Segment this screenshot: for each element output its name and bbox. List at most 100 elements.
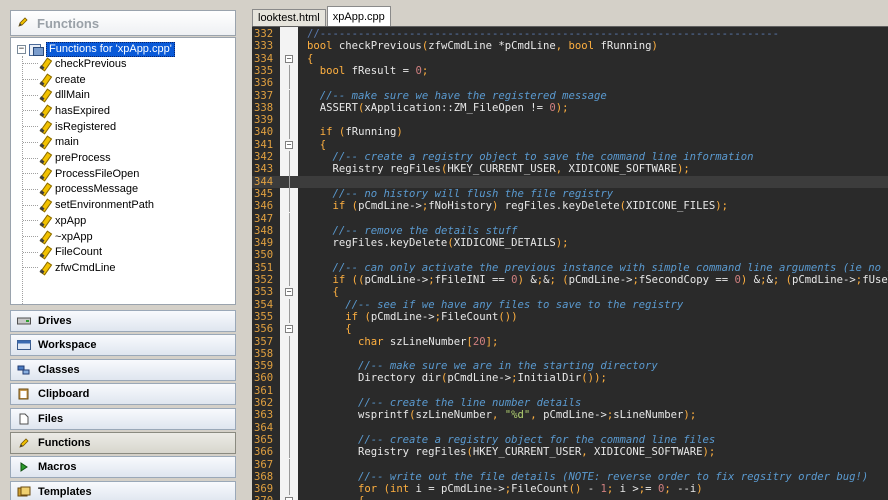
nav-button-drives[interactable]: Drives bbox=[10, 310, 236, 332]
tree-item[interactable]: ProcessFileOpen bbox=[23, 166, 139, 182]
collapse-icon[interactable]: − bbox=[17, 44, 26, 54]
tab-xpapp-cpp[interactable]: xpApp.cpp bbox=[326, 6, 391, 26]
tree-root-label[interactable]: Functions for 'xpApp.cpp' bbox=[46, 41, 175, 57]
code-line[interactable]: 353 − { bbox=[252, 286, 888, 298]
fold-line bbox=[289, 397, 290, 410]
fold-minus-icon[interactable]: − bbox=[285, 54, 293, 63]
code-text: if ((pCmdLine->;fFileINI == 0) &;&; (pCm… bbox=[332, 274, 888, 286]
code-line[interactable]: 332 //-----------------------------------… bbox=[252, 28, 888, 40]
function-icon bbox=[39, 246, 51, 258]
nav-button-macros[interactable]: Macros bbox=[10, 456, 236, 479]
code-line[interactable]: 361 bbox=[252, 384, 888, 397]
tree-item[interactable]: hasExpired bbox=[23, 103, 110, 119]
code-line[interactable]: 344 bbox=[252, 175, 888, 188]
line-number: 335 bbox=[254, 64, 274, 77]
code-line[interactable]: 345 //-- no history will flush the file … bbox=[252, 187, 888, 201]
line-number: 366 bbox=[254, 446, 274, 459]
code-line[interactable]: 369 for (int i = pCmdLine->;FileCount() … bbox=[252, 483, 888, 496]
code-line[interactable]: 356 − { bbox=[252, 323, 888, 335]
fold-line bbox=[289, 421, 290, 434]
function-icon bbox=[39, 168, 51, 180]
tree-item[interactable]: setEnvironmentPath bbox=[23, 197, 154, 213]
code-line[interactable]: 339 bbox=[252, 114, 888, 127]
nav-button-functions[interactable]: Functions bbox=[10, 431, 236, 454]
line-number: 332 bbox=[254, 28, 274, 40]
code-line[interactable]: 346 if (pCmdLine->;fNoHistory) regFiles.… bbox=[252, 200, 888, 213]
code-line[interactable]: 347 bbox=[252, 212, 888, 225]
tree-item[interactable]: main bbox=[23, 135, 79, 151]
code-line[interactable]: 349 regFiles.keyDelete(XIDICONE_DETAILS)… bbox=[252, 237, 888, 250]
code-line[interactable]: 351 //-- can only activate the previous … bbox=[252, 261, 888, 274]
code-editor[interactable]: 332 //-----------------------------------… bbox=[252, 26, 888, 500]
tree-item[interactable]: processMessage bbox=[23, 182, 138, 198]
files-icon bbox=[16, 413, 32, 425]
pencil-icon bbox=[17, 16, 29, 31]
code-line[interactable]: 335 bool fResult = 0; bbox=[252, 64, 888, 78]
code-line[interactable]: 350 bbox=[252, 249, 888, 262]
code-line[interactable]: 341 − { bbox=[252, 139, 888, 151]
line-number: 361 bbox=[254, 384, 274, 397]
line-number: 348 bbox=[254, 224, 274, 237]
code-line[interactable]: 364 bbox=[252, 421, 888, 434]
nav-button-label: Macros bbox=[38, 461, 77, 474]
tree-item[interactable]: checkPrevious bbox=[23, 56, 127, 72]
tree-root[interactable]: − Functions for 'xpApp.cpp' bbox=[17, 41, 175, 57]
code-line[interactable]: 343 Registry regFiles(HKEY_CURRENT_USER,… bbox=[252, 163, 888, 176]
tree-item[interactable]: FileCount bbox=[23, 244, 102, 260]
function-tree[interactable]: − Functions for 'xpApp.cpp' checkPreviou… bbox=[10, 37, 236, 305]
code-line[interactable]: 358 bbox=[252, 347, 888, 361]
fold-minus-icon[interactable]: − bbox=[285, 140, 293, 149]
tree-item[interactable]: dllMain bbox=[23, 87, 90, 103]
code-line[interactable]: 334 − { bbox=[252, 53, 888, 65]
line-number: 352 bbox=[254, 274, 274, 286]
code-line[interactable]: 365 //-- create a registry object for th… bbox=[252, 433, 888, 447]
nav-button-clipboard[interactable]: Clipboard bbox=[10, 383, 236, 406]
tree-item-label: hasExpired bbox=[55, 104, 111, 117]
line-number: 341 bbox=[254, 138, 274, 151]
code-line[interactable]: 348 //-- remove the details stuff bbox=[252, 224, 888, 238]
code-line[interactable]: 359 //-- make sure we are in the startin… bbox=[252, 360, 888, 373]
tree-item[interactable]: ~xpApp bbox=[23, 229, 93, 245]
code-line[interactable]: 362 //-- create the line number details bbox=[252, 397, 888, 410]
code-line[interactable]: 363 wsprintf(szLineNumber, "%d", pCmdLin… bbox=[252, 409, 888, 422]
fold-minus-icon[interactable]: − bbox=[285, 325, 293, 334]
tree-item[interactable]: zfwCmdLine bbox=[23, 260, 116, 276]
code-line[interactable]: 355 if (pCmdLine->;FileCount()) bbox=[252, 310, 888, 324]
nav-button-workspace[interactable]: Workspace bbox=[10, 334, 236, 357]
code-line[interactable]: 337 //-- make sure we have the registere… bbox=[252, 89, 888, 102]
code-line[interactable]: 338 ASSERT(xApplication::ZM_FileOpen != … bbox=[252, 101, 888, 115]
line-number: 355 bbox=[254, 310, 274, 323]
tree-item[interactable]: preProcess bbox=[23, 150, 111, 166]
code-line[interactable]: 366 Registry regFiles(HKEY_CURRENT_USER,… bbox=[252, 446, 888, 459]
code-line[interactable]: 360 Directory dir(pCmdLine->;InitialDir(… bbox=[252, 372, 888, 385]
code-line[interactable]: 352 if ((pCmdLine->;fFileINI == 0) &;&; … bbox=[252, 274, 888, 287]
code-line[interactable]: 340 if (fRunning) bbox=[252, 126, 888, 139]
function-icon bbox=[39, 74, 51, 86]
code-line[interactable]: 357 char szLineNumber[20]; bbox=[252, 335, 888, 348]
line-number: 370 bbox=[254, 495, 280, 500]
code-line[interactable]: 354 //-- see if we have any files to sav… bbox=[252, 298, 888, 311]
code-text: char szLineNumber[20]; bbox=[358, 335, 499, 348]
nav-button-label: Workspace bbox=[38, 339, 97, 352]
code-line[interactable]: 333 bool checkPrevious(zfwCmdLine *pCmdLi… bbox=[252, 40, 888, 52]
tree-item[interactable]: isRegistered bbox=[23, 119, 116, 135]
nav-button-files[interactable]: Files bbox=[10, 407, 236, 430]
function-icon bbox=[39, 231, 51, 243]
fold-line bbox=[289, 249, 290, 262]
fold-minus-icon[interactable]: − bbox=[285, 288, 293, 297]
code-line[interactable]: 336 bbox=[252, 77, 888, 90]
code-line[interactable]: 368 //-- write out the file details (NOT… bbox=[252, 470, 888, 484]
nav-button-classes[interactable]: Classes bbox=[10, 358, 236, 381]
code-line[interactable]: 367 bbox=[252, 458, 888, 471]
fold-line bbox=[289, 151, 290, 164]
nav-button-templates[interactable]: Templates bbox=[10, 480, 236, 500]
code-text: //-- create a registry object for the co… bbox=[358, 433, 716, 446]
code-line[interactable]: 370− { bbox=[252, 495, 888, 500]
tree-item[interactable]: create bbox=[23, 72, 86, 88]
tree-item[interactable]: xpApp bbox=[23, 213, 86, 229]
code-text: { bbox=[319, 138, 327, 151]
fold-line bbox=[289, 298, 290, 311]
tab-looktest-html[interactable]: looktest.html bbox=[252, 9, 326, 26]
line-number: 356 bbox=[254, 323, 274, 336]
code-line[interactable]: 342 //-- create a registry object to sav… bbox=[252, 151, 888, 164]
